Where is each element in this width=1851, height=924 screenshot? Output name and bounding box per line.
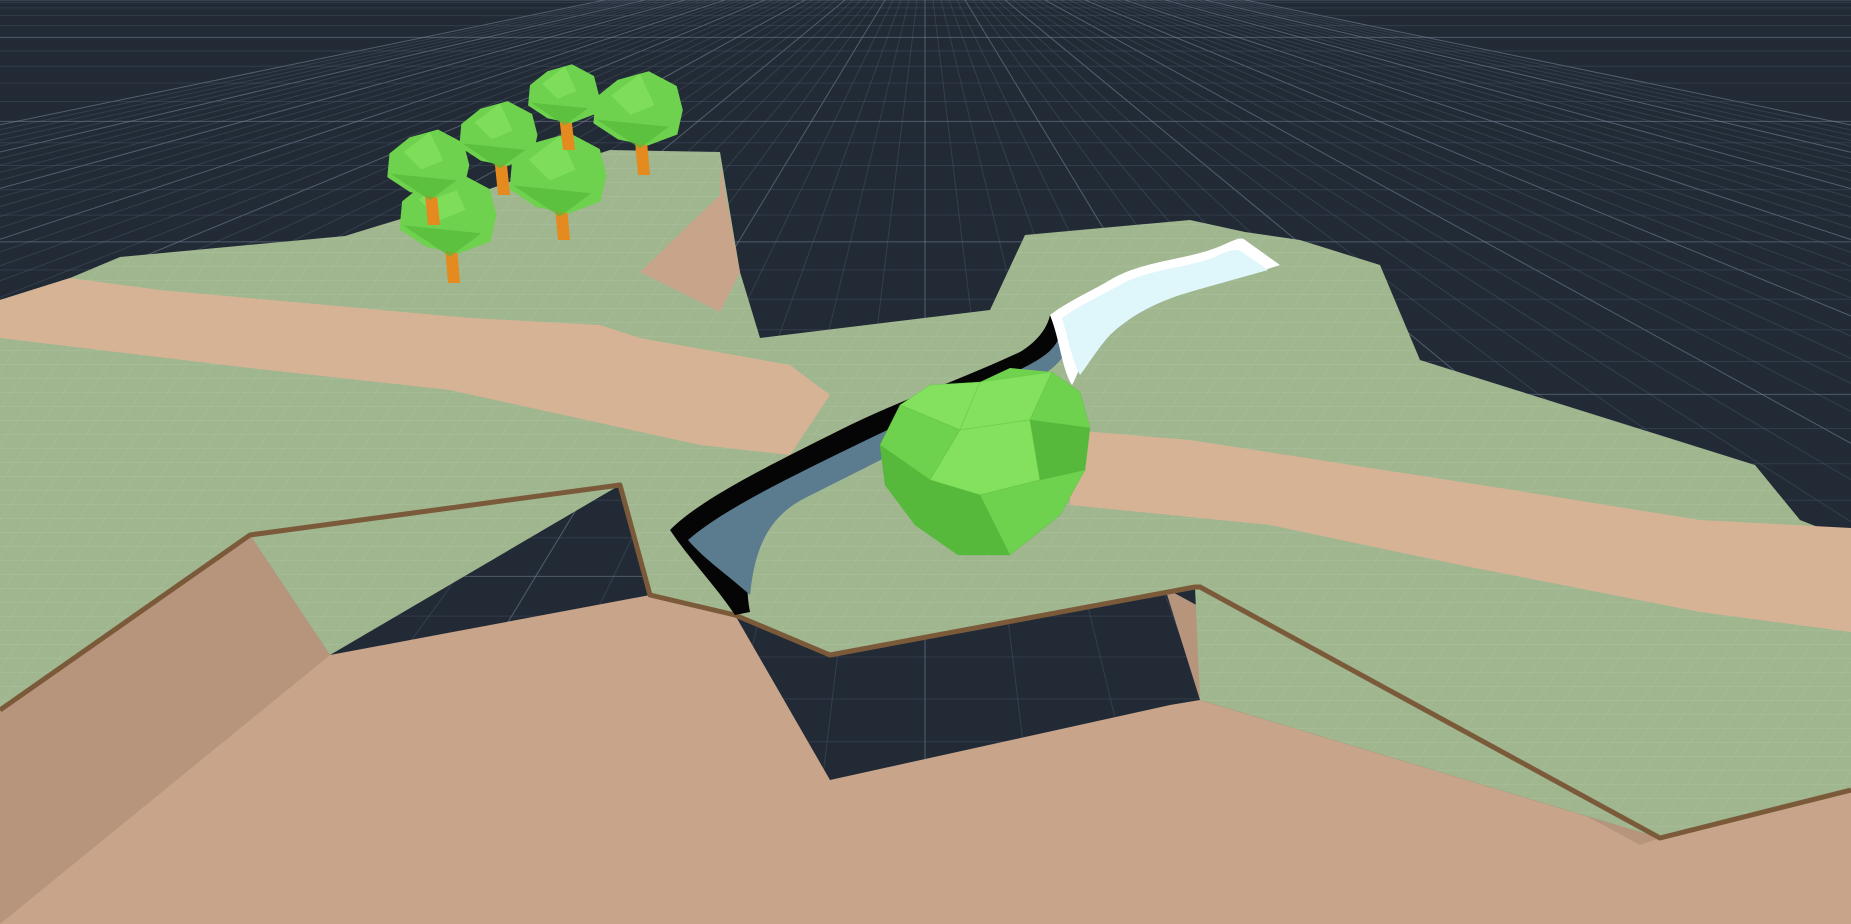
tree xyxy=(528,64,599,150)
3d-viewport[interactable] xyxy=(0,0,1851,924)
scene-canvas[interactable] xyxy=(0,0,1851,924)
